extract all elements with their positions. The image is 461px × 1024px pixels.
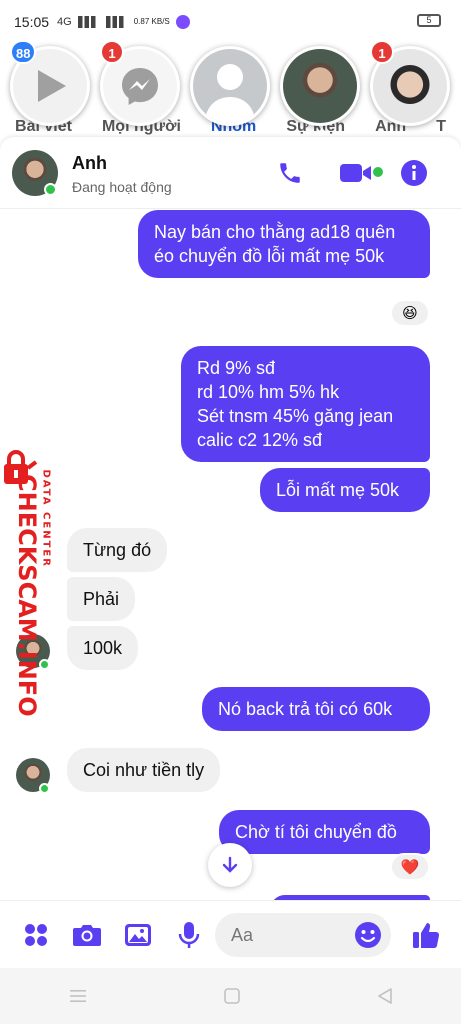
camera-button[interactable] xyxy=(71,919,103,951)
play-icon xyxy=(38,70,66,102)
chat-head-messenger[interactable]: 1 xyxy=(100,40,180,126)
voice-record-button[interactable] xyxy=(173,919,205,951)
video-call-button[interactable] xyxy=(336,157,376,189)
signal-icon-2 xyxy=(105,16,128,28)
online-indicator xyxy=(44,183,57,196)
unread-badge: 1 xyxy=(100,40,124,64)
messenger-notification-icon xyxy=(175,15,190,29)
default-avatar-icon xyxy=(205,64,255,123)
contact-status: Đang hoạt động xyxy=(72,179,172,195)
contact-name[interactable]: Anh xyxy=(72,153,107,174)
chat-head-anh[interactable] xyxy=(280,46,360,126)
message-incoming[interactable]: Từng đó xyxy=(67,528,168,572)
message-incoming[interactable]: Phải xyxy=(67,577,136,621)
chat-head-boy[interactable]: 1 xyxy=(370,40,450,126)
reaction-laugh[interactable]: 😆 xyxy=(390,299,430,327)
arrow-down-icon xyxy=(222,856,238,873)
unread-badge: 1 xyxy=(370,40,394,64)
message-incoming[interactable]: Coi như tiền tly xyxy=(67,748,221,792)
blank-head-inner xyxy=(193,49,267,123)
chat-head-blank-profile[interactable] xyxy=(190,46,270,126)
emoji-button[interactable] xyxy=(352,919,384,951)
messenger-icon xyxy=(122,68,158,105)
voice-call-button[interactable] xyxy=(274,157,306,189)
more-actions-button[interactable] xyxy=(20,919,52,951)
message-composer xyxy=(0,900,461,970)
gallery-button[interactable] xyxy=(122,919,154,951)
info-button[interactable] xyxy=(398,157,430,189)
anh-head-photo xyxy=(283,49,357,123)
smiley-icon xyxy=(355,922,381,948)
message-outgoing[interactable]: Nó back trả tôi có 60k xyxy=(202,687,430,731)
microphone-icon xyxy=(178,922,200,948)
signal-icon xyxy=(77,16,100,28)
message-outgoing[interactable]: Chờ tí tôi chuyển đồ xyxy=(219,810,430,854)
video-online-dot xyxy=(373,167,383,177)
status-bar: 15:05 4G 0.87 KB/S 5 xyxy=(0,0,461,44)
status-time: 15:05 xyxy=(14,14,50,30)
network-type: 4G xyxy=(57,16,72,28)
message-outgoing[interactable]: Nay bán cho thằng ad18 quên éo chuyển đồ… xyxy=(138,210,430,278)
scroll-to-bottom-button[interactable] xyxy=(208,843,252,887)
chat-head-video[interactable]: 88 xyxy=(10,40,90,126)
info-icon xyxy=(401,160,427,186)
message-outgoing[interactable]: Lỗi mất mẹ 50k xyxy=(260,468,430,512)
watermark-logo: CHECKSCAM.INFO DATA CENTER xyxy=(2,450,52,717)
unread-badge: 88 xyxy=(10,40,37,64)
chat-header: Anh Đang hoạt động xyxy=(0,137,461,209)
video-camera-icon xyxy=(340,164,371,182)
watermark-title: CHECKSCAM.INFO xyxy=(13,474,41,717)
thumbs-up-icon xyxy=(413,923,440,949)
online-indicator xyxy=(39,783,50,794)
system-nav-bar xyxy=(0,968,461,1024)
home-square-icon[interactable] xyxy=(223,987,241,1005)
watermark-subtitle: DATA CENTER xyxy=(40,469,52,568)
reaction-heart[interactable]: ❤️ xyxy=(390,853,430,881)
network-speed: 0.87 KB/S xyxy=(133,17,170,26)
message-outgoing[interactable]: Rd 9% sđ rd 10% hm 5% hk Sét tnsm 45% gă… xyxy=(181,346,430,462)
camera-icon xyxy=(73,925,101,946)
phone-icon xyxy=(280,163,300,183)
four-dots-icon xyxy=(25,924,47,946)
battery-icon: 5 xyxy=(417,14,441,27)
menu-lines-icon[interactable] xyxy=(68,988,88,1004)
like-button[interactable] xyxy=(410,919,442,951)
back-triangle-icon[interactable] xyxy=(376,987,394,1005)
chat-heads-row: 88 1 1 xyxy=(0,40,461,128)
message-incoming[interactable]: 100k xyxy=(67,626,139,670)
image-icon xyxy=(125,924,151,946)
